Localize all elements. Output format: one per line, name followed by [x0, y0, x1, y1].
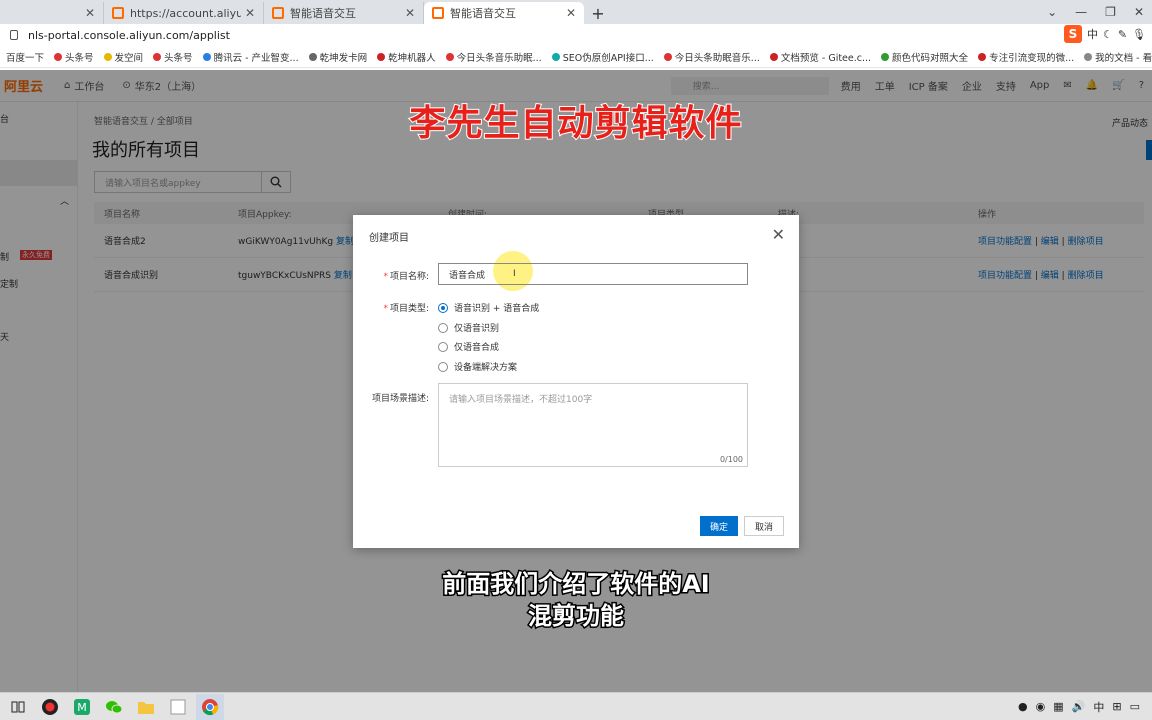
- bookmark-item[interactable]: 腾讯云 - 产业智变...: [202, 50, 299, 64]
- bookmark-item[interactable]: 头条号: [54, 50, 94, 64]
- task-view-icon[interactable]: [4, 694, 32, 720]
- tab-search-icon[interactable]: ⌄: [1047, 5, 1057, 19]
- bookmark-item[interactable]: 我的文档 - 看云: [1084, 50, 1152, 64]
- project-type-label: * 项目类型:: [383, 304, 429, 314]
- close-icon[interactable]: ✕: [566, 6, 576, 20]
- video-subtitle: 前面我们介绍了软件的AI 混剪功能: [441, 569, 712, 632]
- project-desc-textarea[interactable]: 请输入项目场景描述，不超过100字 0/100: [438, 383, 748, 467]
- bookmark-icon: [153, 52, 162, 61]
- folder-icon[interactable]: [132, 694, 160, 720]
- record-tray-icon[interactable]: ◉: [1036, 700, 1046, 713]
- bookmark-icon: [1084, 52, 1093, 61]
- notification-icon[interactable]: ▭: [1130, 700, 1140, 713]
- browser-tab-4-active[interactable]: 智能语音交互 ✕: [424, 2, 584, 24]
- pen-icon[interactable]: ✎: [1118, 28, 1127, 41]
- ime-language[interactable]: 中: [1087, 26, 1098, 42]
- window-controls: ⌄ — ❐ ✕: [1047, 0, 1152, 24]
- aliyun-favicon-icon: [432, 7, 444, 19]
- svg-text:M: M: [77, 701, 87, 714]
- mic-icon[interactable]: 🎙: [1132, 28, 1146, 41]
- radio-device[interactable]: 设备端解决方案: [438, 360, 517, 373]
- bookmark-item[interactable]: 乾坤机器人: [377, 50, 436, 64]
- radio-icon[interactable]: [438, 322, 448, 333]
- windows-taskbar: M ● ◉ ▦ 🔊 中 ⊞ ▭: [0, 692, 1152, 720]
- record-icon[interactable]: [36, 694, 64, 720]
- ok-button[interactable]: 确定: [700, 516, 738, 536]
- bookmark-item[interactable]: 文档预览 - Gitee.c...: [769, 50, 871, 64]
- bookmark-item[interactable]: 今日头条助眠音乐...: [663, 50, 760, 64]
- radio-tts-only[interactable]: 仅语音合成: [438, 340, 499, 353]
- sogou-logo-icon: S: [1063, 25, 1082, 43]
- browser-tab-2[interactable]: https://account.aliyun.com/lo ✕: [104, 2, 264, 24]
- dialog-title: 创建项目: [369, 233, 409, 244]
- bookmark-item[interactable]: 专注引流变现的微...: [978, 50, 1074, 64]
- bookmark-item[interactable]: SEO伪原创API接口...: [551, 50, 654, 64]
- bookmark-icon: [54, 52, 63, 61]
- bookmark-icon: [978, 52, 987, 61]
- bookmark-item[interactable]: 头条号: [153, 50, 193, 64]
- bookmark-item[interactable]: 乾坤发卡网: [308, 50, 367, 64]
- bookmark-icon: [551, 52, 560, 61]
- text-cursor-icon: I: [513, 269, 516, 279]
- grid-icon[interactable]: ⊞: [1112, 700, 1121, 713]
- gitee-icon: [769, 52, 778, 61]
- ime-toolbar: S 中 ☾ ✎ 🎙: [1063, 25, 1146, 43]
- radio-icon[interactable]: [438, 361, 448, 372]
- aliyun-favicon-icon: [272, 7, 284, 19]
- moon-icon[interactable]: ☾: [1103, 28, 1113, 41]
- bookmark-item[interactable]: 今日头条音乐助眠...: [445, 50, 542, 64]
- star-icon: [103, 52, 112, 61]
- browser-tab-1[interactable]: ✕: [0, 2, 104, 24]
- bookmark-item[interactable]: 百度一下: [6, 50, 44, 64]
- blank-app-icon[interactable]: [164, 694, 192, 720]
- bookmark-icon: [663, 52, 672, 61]
- minimize-icon[interactable]: —: [1075, 5, 1087, 19]
- restore-icon[interactable]: ❐: [1105, 5, 1116, 19]
- volume-icon[interactable]: 🔊: [1072, 700, 1086, 713]
- radio-icon[interactable]: [438, 341, 448, 352]
- bookmark-item[interactable]: 颜色代码对照大全: [881, 50, 968, 64]
- video-headline: 李先生自动剪辑软件: [408, 102, 743, 145]
- network-icon[interactable]: ▦: [1053, 700, 1063, 713]
- project-name-label: * 项目名称:: [383, 272, 429, 282]
- browser-tab-bar: ✕ https://account.aliyun.com/lo ✕ 智能语音交互…: [0, 0, 1152, 24]
- close-icon[interactable]: ✕: [245, 6, 255, 20]
- bookmark-icon: [881, 52, 890, 61]
- new-tab-button[interactable]: +: [584, 2, 612, 24]
- close-icon[interactable]: ✕: [85, 6, 95, 20]
- radio-asr-tts[interactable]: 语音识别 + 语音合成: [438, 301, 539, 314]
- maxthon-icon[interactable]: M: [68, 694, 96, 720]
- cancel-button[interactable]: 取消: [744, 516, 784, 536]
- bookmark-item[interactable]: 发空间: [103, 50, 143, 64]
- address-bar[interactable]: nls-portal.console.aliyun.com/applist S …: [0, 24, 1152, 46]
- create-project-dialog: 创建项目 ✕ * 项目名称: 语音合成 I * 项目类型: 语音识别 + 语音合成 仅…: [353, 215, 799, 548]
- lock-icon: [10, 30, 18, 40]
- radio-asr-only[interactable]: 仅语音识别: [438, 321, 499, 334]
- system-tray: ● ◉ ▦ 🔊 中 ⊞ ▭: [1018, 699, 1152, 715]
- chrome-icon[interactable]: [196, 693, 224, 720]
- radio-checked-icon[interactable]: [438, 302, 448, 313]
- bookmark-icon: [377, 52, 386, 61]
- wechat-tray-icon[interactable]: ●: [1018, 700, 1028, 713]
- input-method-indicator[interactable]: 中: [1093, 699, 1104, 715]
- project-name-input[interactable]: 语音合成 I: [438, 263, 748, 285]
- wechat-icon[interactable]: [100, 694, 128, 720]
- browser-tab-3[interactable]: 智能语音交互 ✕: [264, 2, 424, 24]
- close-icon[interactable]: ✕: [772, 225, 785, 244]
- cloud-icon: [202, 52, 211, 61]
- char-counter: 0/100: [719, 455, 743, 464]
- close-icon[interactable]: ✕: [405, 6, 415, 20]
- bookmarks-bar: 百度一下 头条号 发空间 头条号 腾讯云 - 产业智变... 乾坤发卡网 乾坤机…: [0, 46, 1152, 68]
- bookmark-icon: [445, 52, 454, 61]
- desc-label: 项目场景描述:: [371, 394, 429, 404]
- close-window-icon[interactable]: ✕: [1134, 5, 1144, 19]
- url-text[interactable]: nls-portal.console.aliyun.com/applist: [28, 29, 230, 42]
- bookmark-icon: [308, 52, 317, 61]
- aliyun-favicon-icon: [112, 7, 124, 19]
